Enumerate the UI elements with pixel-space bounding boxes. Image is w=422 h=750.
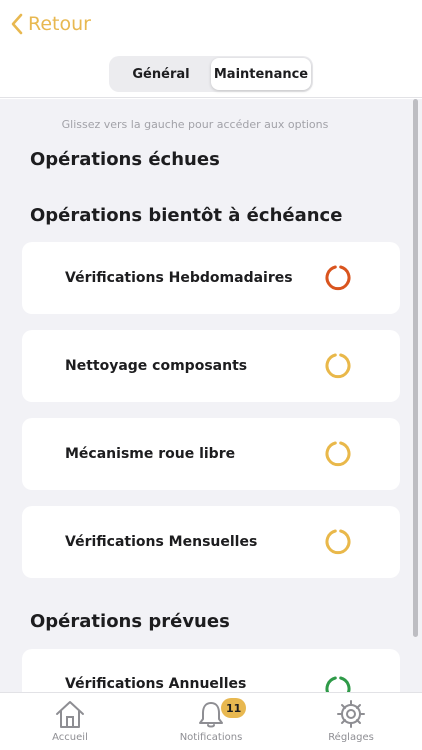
list-item-label: Vérifications Mensuelles <box>65 534 258 550</box>
tab-home-label: Accueil <box>52 732 88 743</box>
list-item-label: Vérifications Annuelles <box>65 676 247 692</box>
list-item[interactable]: Nettoyage composants <box>22 330 400 402</box>
home-icon <box>56 701 84 728</box>
back-label: Retour <box>28 13 91 35</box>
tab-notifications[interactable]: 11 Notifications <box>151 698 271 743</box>
scrollbar[interactable] <box>413 99 418 637</box>
swipe-hint: Glissez vers la gauche pour accéder aux … <box>61 118 329 131</box>
notifications-badge: 11 <box>221 698 247 718</box>
tab-notifications-label: Notifications <box>179 732 243 743</box>
segmented-control: Général Maintenance <box>109 56 313 92</box>
maintenance-list[interactable]: Glissez vers la gauche pour accéder aux … <box>0 99 422 692</box>
list-item-label: Vérifications Hebdomadaires <box>65 270 293 286</box>
status-ring-icon <box>325 265 351 291</box>
section-title-planned: Opérations prévues <box>30 611 230 632</box>
tab-settings-label: Réglages <box>328 732 374 743</box>
chevron-left-icon <box>11 13 23 35</box>
list-item-label: Nettoyage composants <box>65 358 248 374</box>
gear-icon <box>337 700 365 728</box>
list-item[interactable]: Vérifications Mensuelles <box>22 506 400 578</box>
status-ring-icon <box>325 353 351 379</box>
back-button[interactable]: Retour <box>10 12 91 36</box>
list-item[interactable]: Mécanisme roue libre <box>22 418 400 490</box>
tab-settings[interactable]: Réglages <box>291 699 411 743</box>
navigation-bar: Retour Général Maintenance <box>0 0 422 98</box>
segment-maintenance[interactable]: Maintenance <box>211 58 311 90</box>
list-item[interactable]: Vérifications Annuelles <box>22 649 400 692</box>
section-title-due-soon: Opérations bientôt à échéance <box>30 205 343 226</box>
tab-bar: Accueil 11 Notifications Réglages <box>0 692 422 750</box>
status-ring-icon <box>325 529 351 555</box>
status-ring-icon <box>325 676 351 692</box>
list-item[interactable]: Vérifications Hebdomadaires <box>22 242 400 314</box>
tab-home[interactable]: Accueil <box>10 699 130 743</box>
segment-general[interactable]: Général <box>111 58 211 90</box>
status-ring-icon <box>325 441 351 467</box>
section-title-overdue: Opérations échues <box>30 149 220 170</box>
list-item-label: Mécanisme roue libre <box>65 446 236 462</box>
